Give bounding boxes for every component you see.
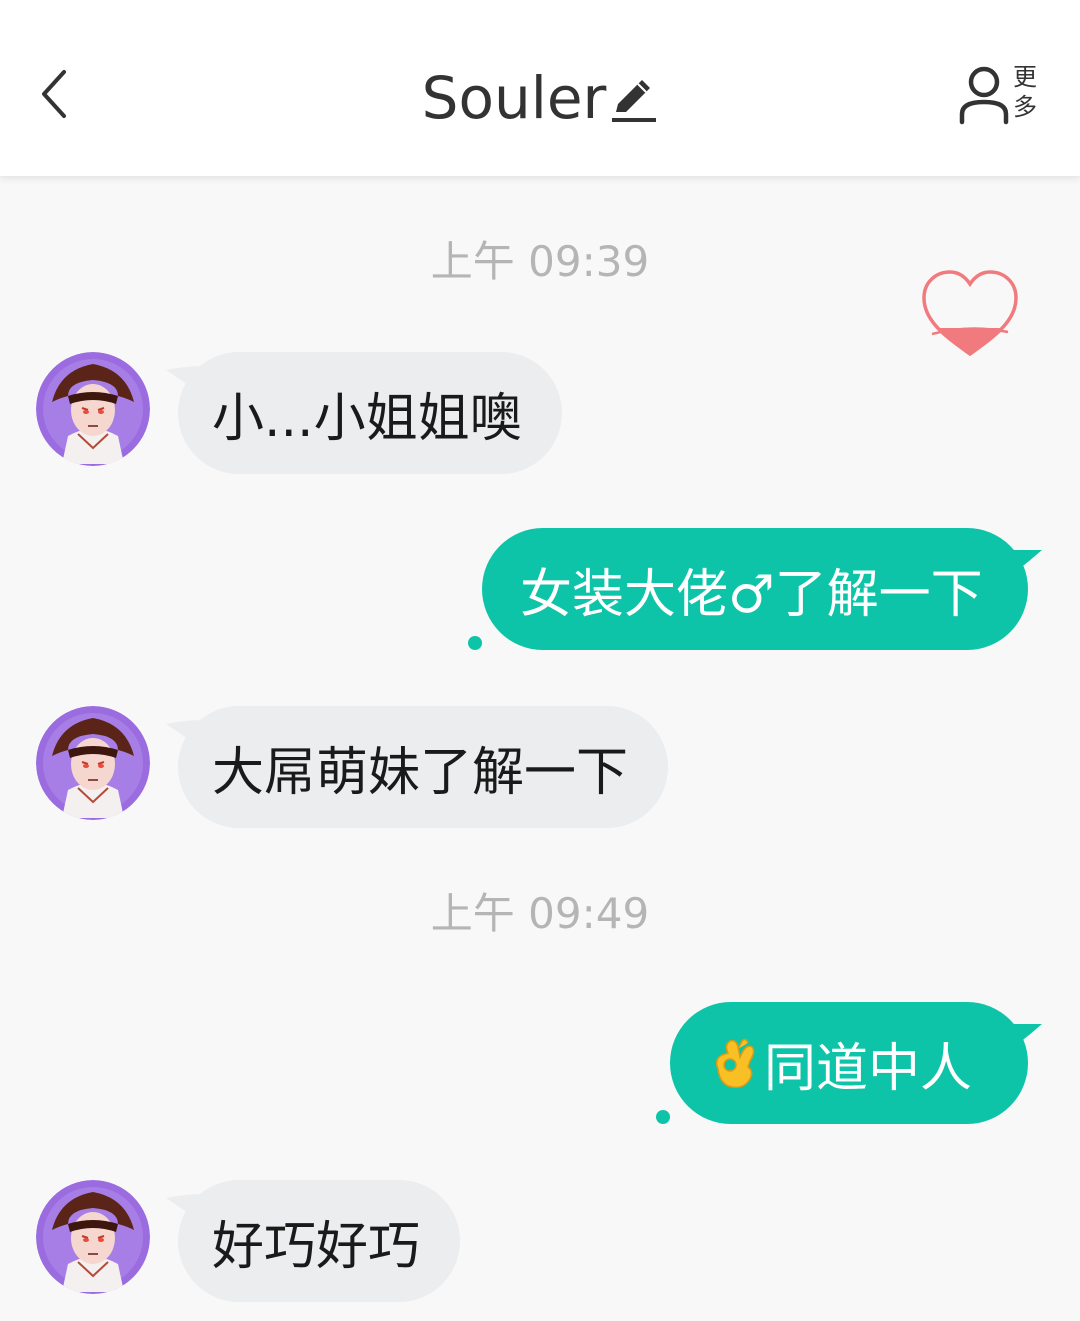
timestamp: 上午 09:49: [430, 889, 650, 938]
message-bubble-outgoing[interactable]: 女装大佬♂了解一下: [482, 528, 1028, 650]
avatar[interactable]: [36, 706, 150, 820]
more-button[interactable]: 更多: [950, 58, 1050, 130]
message-text: 大屌萌妹了解一下: [212, 742, 629, 803]
avatar-image: [36, 352, 150, 466]
message-text: 同道中人: [764, 1038, 973, 1099]
heart-icon[interactable]: [918, 268, 1022, 360]
read-indicator-dot: [468, 636, 482, 650]
message-text: 女装大佬♂了解一下: [520, 564, 983, 625]
avatar-image: [36, 706, 150, 820]
avatar-image: [36, 1180, 150, 1294]
title-area: Souler: [0, 58, 1080, 138]
person-icon: [959, 66, 1009, 125]
title-edit-group[interactable]: Souler: [422, 64, 659, 132]
message-text: 小...小姐姐噢: [212, 388, 522, 449]
avatar[interactable]: [36, 352, 150, 466]
avatar[interactable]: [36, 1180, 150, 1294]
more-label: 更多: [1013, 63, 1037, 121]
message-bubble-incoming[interactable]: 大屌萌妹了解一下: [178, 706, 669, 828]
message-bubble-incoming[interactable]: 小...小姐姐噢: [178, 352, 562, 474]
read-indicator-dot: [656, 1110, 670, 1124]
message-bubble-outgoing[interactable]: 同道中人: [670, 1002, 1028, 1124]
pencil-icon[interactable]: [608, 74, 658, 124]
chat-title: Souler: [421, 64, 607, 132]
message-text: 好巧好巧: [212, 1216, 421, 1277]
message-bubble-incoming[interactable]: 好巧好巧: [178, 1180, 461, 1302]
chat-header: Souler 更多: [0, 0, 1080, 176]
ok-hand-icon: [715, 1038, 755, 1089]
